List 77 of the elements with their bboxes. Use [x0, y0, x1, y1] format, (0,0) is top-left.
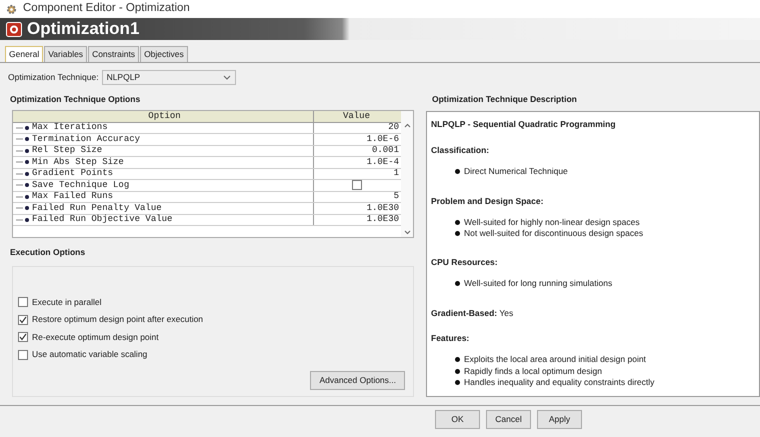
checkbox[interactable] [352, 180, 362, 190]
section-heading: CPU Resources: [431, 256, 499, 269]
checkbox-label: Restore optimum design point after execution [32, 313, 204, 326]
checkbox-label: Re-execute optimum design point [32, 330, 159, 344]
bullet-text: Well-suited for highly non-linear design spaces [464, 216, 640, 228]
tree-bullet-icon [16, 146, 30, 155]
bullet-icon [455, 169, 460, 174]
option-name: Save Technique Log [32, 180, 130, 191]
bullet-text: Direct Numerical Technique [464, 165, 568, 178]
section-heading: Features: [431, 332, 470, 345]
gear-icon [6, 4, 17, 14]
dialog-button[interactable]: OK [435, 410, 480, 429]
tab[interactable]: Objectives [140, 46, 188, 62]
scroll-up-icon[interactable] [404, 122, 410, 128]
tree-bullet-icon [16, 158, 30, 166]
caret-icon [222, 74, 231, 80]
bullet-text: Exploits the local area around initial design point [464, 353, 646, 366]
bullet-icon [455, 220, 460, 224]
section-heading: Classification: [431, 144, 490, 157]
window-title: Component Editor - Optimization [23, 1, 190, 16]
option-value[interactable]: 20 [388, 122, 399, 134]
option-name: Failed Run Penalty Value [32, 202, 162, 214]
tree-bullet-icon [16, 204, 30, 212]
tree-bullet-icon [16, 135, 30, 144]
column-header: Option [13, 110, 314, 122]
tree-bullet-icon [16, 124, 30, 132]
bullet-text: Handles inequality and equality constraints directly [464, 376, 654, 390]
option-value[interactable]: 1.0E-6 [366, 134, 399, 145]
tab[interactable]: Constraints [88, 46, 140, 62]
option-value[interactable]: 1.0E-4 [366, 156, 399, 168]
technique-dropdown[interactable]: NLPQLP [102, 70, 236, 85]
bullet-icon [455, 281, 460, 286]
option-value[interactable]: 0.001 [372, 145, 399, 156]
option-name: Failed Run Objective Value [32, 214, 172, 226]
option-name: Min Abs Step Size [32, 156, 124, 168]
bullet-icon [455, 357, 460, 362]
bullet-icon [455, 380, 460, 386]
option-name: Max Iterations [32, 122, 108, 134]
checkbox[interactable] [18, 350, 28, 360]
tree-bullet-icon [16, 216, 30, 224]
bullet-text: Rapidly finds a local optimum design [464, 364, 602, 378]
bullet-icon [455, 231, 460, 236]
description-text: Gradient-Based: Yes [431, 306, 514, 320]
advanced-options-button[interactable]: Advanced Options... [310, 371, 405, 390]
option-value[interactable]: 1.0E30 [366, 202, 399, 214]
option-value[interactable]: 5 [394, 191, 399, 202]
dialog-button[interactable]: Apply [537, 410, 582, 429]
tree-bullet-icon [16, 192, 30, 201]
checkbox[interactable] [18, 314, 28, 324]
section-title: Execution Options [9, 246, 86, 259]
option-name: Termination Accuracy [32, 134, 140, 145]
section-title: Optimization Technique Options [9, 92, 142, 106]
scroll-down-icon[interactable] [404, 230, 410, 234]
option-value[interactable]: 1.0E30 [366, 214, 399, 226]
section-heading: Problem and Design Space: [431, 194, 544, 208]
bullet-text: Not well-suited for discontinuous design spaces [464, 227, 644, 240]
checkbox[interactable] [18, 297, 28, 307]
tab[interactable]: Variables [44, 46, 88, 62]
dialog-button[interactable]: Cancel [486, 410, 531, 429]
option-name: Gradient Points [32, 168, 114, 180]
bullet-icon [455, 368, 460, 374]
target-icon [6, 22, 22, 36]
tab[interactable]: General [5, 46, 44, 62]
checkbox-label: Use automatic variable scaling [32, 348, 148, 361]
column-header: Value [342, 110, 371, 122]
option-value[interactable]: 1 [394, 168, 399, 180]
technique-label: Optimization Technique: [8, 70, 99, 84]
section-title: Optimization Technique Description [431, 92, 578, 106]
option-name: Rel Step Size [32, 145, 102, 156]
option-name: Max Failed Runs [32, 191, 114, 202]
checkbox-label: Execute in parallel [32, 296, 102, 308]
editor-title: Optimization1 [27, 18, 140, 40]
tree-bullet-icon [16, 170, 30, 178]
bullet-text: Well-suited for long running simulations [464, 277, 612, 290]
checkbox[interactable] [18, 332, 28, 342]
description-heading: NLPQLP - Sequential Quadratic Programming [431, 118, 617, 130]
tree-bullet-icon [16, 181, 30, 190]
